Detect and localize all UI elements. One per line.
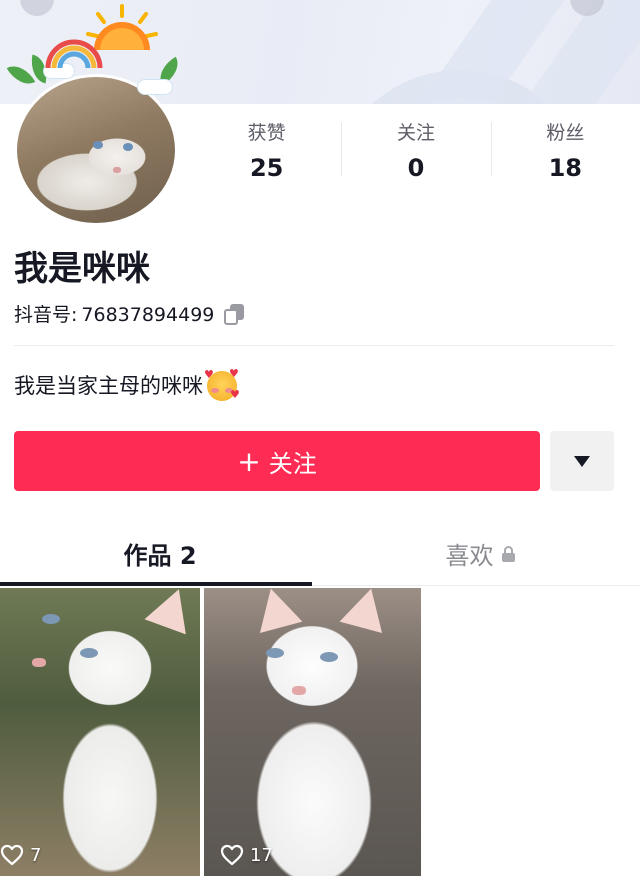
stat-likes[interactable]: 获赞 25	[192, 118, 341, 188]
plus-icon: +	[237, 444, 261, 478]
video-likes-count: 7	[30, 844, 42, 866]
avatar[interactable]	[14, 74, 178, 226]
douyin-id-row: 抖音号: 76837894499	[14, 300, 246, 330]
profile-nickname: 我是咪咪	[14, 249, 150, 289]
cat-nose	[32, 658, 46, 667]
video-likes: 17	[220, 844, 273, 866]
copy-icon[interactable]	[224, 304, 246, 326]
stat-label: 粉丝	[546, 122, 585, 144]
cat-ear	[339, 588, 393, 634]
douyin-id-value: 76837894499	[81, 304, 215, 326]
avatar-cat-eye	[93, 141, 103, 149]
profile-tabs: 作品 2 喜欢	[0, 522, 640, 586]
douyin-id-label: 抖音号:	[14, 304, 78, 326]
lock-icon	[501, 545, 515, 562]
stat-following[interactable]: 关注 0	[341, 118, 490, 188]
heart-outline-icon	[220, 844, 244, 866]
stat-label: 获赞	[247, 122, 286, 144]
more-options-button[interactable]	[550, 431, 614, 491]
tab-label: 作品 2	[123, 542, 197, 570]
stat-value: 25	[249, 154, 284, 182]
stat-followers[interactable]: 粉丝 18	[490, 118, 640, 188]
cat-eye	[320, 652, 338, 662]
cat-eye	[42, 614, 60, 624]
cloud-decoration	[138, 80, 172, 94]
tab-likes[interactable]: 喜欢	[320, 522, 640, 585]
cat-eye	[80, 648, 98, 658]
caret-down-icon	[574, 455, 590, 467]
video-grid: 7 17	[0, 588, 640, 887]
avatar-container[interactable]	[6, 0, 188, 232]
stat-label: 关注	[396, 122, 435, 144]
rainbow-icon	[45, 39, 103, 69]
divider	[14, 345, 614, 346]
cat-ear	[249, 588, 303, 634]
video-thumbnail[interactable]: 17	[204, 588, 421, 876]
cat-ear	[144, 588, 200, 635]
profile-bio: 我是当家主母的咪咪 ♥ ♥ ♥	[14, 367, 240, 404]
cat-eye	[266, 648, 284, 658]
profile-stats: 获赞 25 关注 0 粉丝 18	[192, 118, 640, 188]
follow-button-label: 关注	[268, 449, 317, 478]
cat-nose	[292, 686, 306, 695]
avatar-cat-nose	[113, 167, 121, 173]
heart-outline-icon	[0, 844, 24, 866]
stat-value: 0	[407, 154, 425, 182]
smiling-face-with-hearts-icon: ♥ ♥ ♥	[204, 367, 240, 401]
follow-button[interactable]: + 关注	[14, 431, 540, 491]
video-likes-count: 17	[250, 844, 273, 866]
video-thumbnail[interactable]: 7	[0, 588, 200, 876]
tab-works[interactable]: 作品 2	[0, 522, 320, 586]
tab-label: 喜欢	[445, 542, 494, 570]
stat-value: 18	[548, 154, 583, 182]
video-likes: 7	[0, 844, 41, 866]
avatar-cat-eye	[123, 143, 133, 151]
bio-text: 我是当家主母的咪咪	[14, 374, 203, 398]
